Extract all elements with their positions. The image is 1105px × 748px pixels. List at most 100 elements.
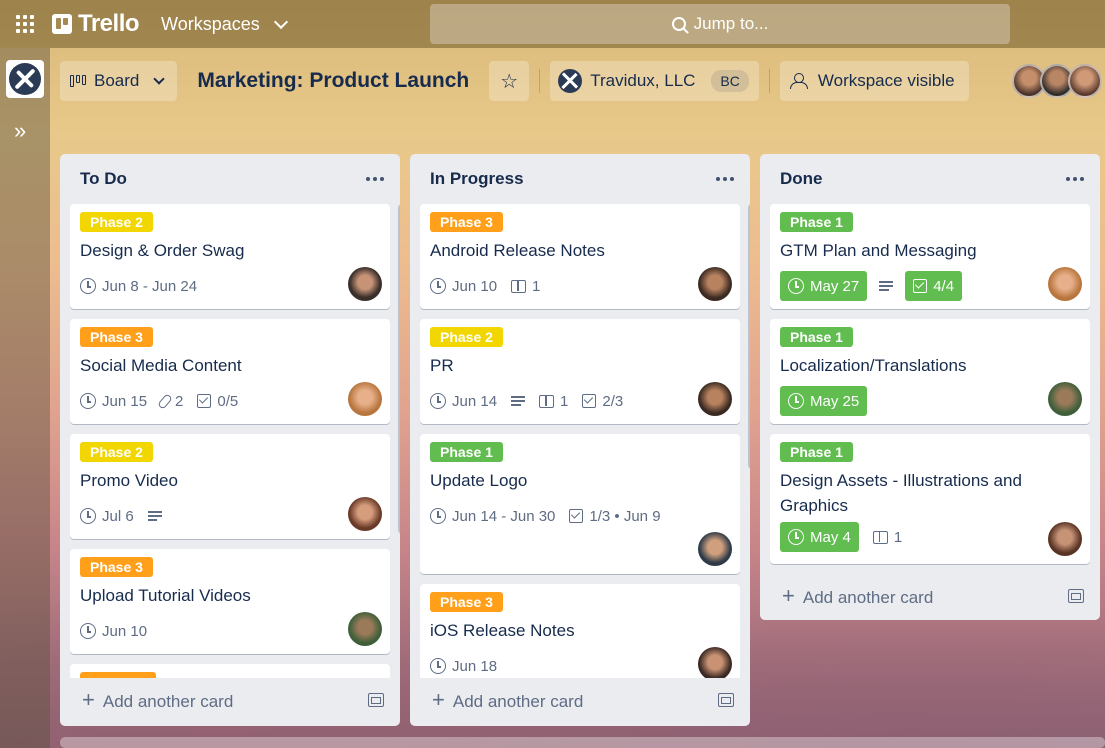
visibility-button[interactable]: Workspace visible — [780, 61, 969, 101]
card-label — [80, 672, 156, 678]
card-title: Social Media Content — [80, 353, 380, 378]
card[interactable]: Phase 3 Upload Tutorial Videos Jun 10 — [70, 549, 390, 654]
due-date-badge: Jun 18 — [430, 658, 497, 675]
card-label: Phase 1 — [780, 212, 853, 232]
star-button[interactable]: ☆ — [489, 61, 529, 101]
template-icon[interactable] — [1068, 589, 1084, 603]
due-date: May 4 — [810, 529, 851, 546]
clock-icon — [788, 529, 804, 545]
scrollbar[interactable] — [398, 204, 400, 534]
due-date-badge[interactable]: May 25 — [780, 386, 867, 416]
card[interactable]: Phase 3 Social Media Content Jun 15 2 0/… — [70, 319, 390, 424]
template-icon[interactable] — [368, 693, 384, 707]
horizontal-scrollbar[interactable] — [60, 737, 1105, 748]
org-badge: BC — [711, 70, 748, 92]
card-title: Upload Tutorial Videos — [80, 583, 380, 608]
clock-icon — [80, 393, 96, 409]
card-badges: Jun 10 1 — [430, 271, 730, 301]
more-options-icon[interactable] — [366, 177, 384, 181]
card-label: Phase 1 — [780, 327, 853, 347]
card-badges: Jul 6 — [80, 501, 380, 531]
card-badges: Jun 14 - Jun 30 1/3 • Jun 9 — [430, 501, 730, 531]
add-card-label: Add another card — [103, 692, 233, 711]
list-to-do: To Do Phase 2 Design & Order Swag Jun 8 … — [60, 154, 400, 726]
due-date-badge: Jun 15 — [80, 393, 147, 410]
card-label: Phase 3 — [430, 212, 503, 232]
card-badges: Jun 15 2 0/5 — [80, 386, 380, 416]
checklist-count: 4/4 — [933, 278, 954, 295]
due-date-badge[interactable]: May 27 — [780, 271, 867, 301]
clock-icon — [788, 393, 804, 409]
card-label: Phase 1 — [780, 442, 853, 462]
card-icon — [511, 280, 526, 293]
linked-cards-count: 1 — [560, 393, 568, 410]
list-title[interactable]: To Do — [80, 169, 127, 189]
card[interactable] — [70, 664, 390, 678]
board-title[interactable]: Marketing: Product Launch — [197, 69, 469, 93]
divider — [769, 69, 770, 93]
more-options-icon[interactable] — [1066, 177, 1084, 181]
linked-cards-badge: 1 — [511, 278, 540, 295]
card-title: Design & Order Swag — [80, 238, 380, 263]
card[interactable]: Phase 3 Android Release Notes Jun 10 1 — [420, 204, 740, 309]
card-label: Phase 2 — [80, 442, 153, 462]
apps-grid-icon[interactable] — [0, 0, 50, 48]
avatar — [698, 647, 732, 678]
card-badges: Jun 14 1 2/3 — [430, 386, 730, 416]
card-label: Phase 3 — [80, 557, 153, 577]
org-button[interactable]: Travidux, LLC BC — [550, 61, 759, 101]
avatar — [698, 382, 732, 416]
card-list: Phase 2 Design & Order Swag Jun 8 - Jun … — [60, 204, 400, 678]
description-icon — [879, 281, 893, 291]
search-input[interactable]: Jump to... — [430, 4, 1010, 44]
workspaces-menu[interactable]: Workspaces — [161, 14, 286, 35]
more-options-icon[interactable] — [716, 177, 734, 181]
list-title[interactable]: Done — [780, 169, 823, 189]
list-done: Done Phase 1 GTM Plan and Messaging May … — [760, 154, 1100, 620]
card-icon — [539, 395, 554, 408]
description-badge — [148, 511, 162, 521]
workspace-avatar[interactable] — [6, 60, 44, 98]
add-card-button[interactable]: +Add another card — [60, 678, 400, 722]
card[interactable]: Phase 1 Design Assets - Illustrations an… — [770, 434, 1090, 564]
checklist-icon — [582, 394, 596, 408]
scrollbar[interactable] — [748, 204, 750, 469]
checklist-icon — [197, 394, 211, 408]
top-nav: Trello Workspaces Jump to... — [0, 0, 1105, 48]
clock-icon — [430, 658, 446, 674]
expand-sidebar-icon[interactable]: » — [14, 118, 26, 144]
card-badges: Jun 8 - Jun 24 — [80, 271, 380, 301]
card[interactable]: Phase 2 Promo Video Jul 6 — [70, 434, 390, 539]
due-date: Jul 6 — [102, 508, 134, 525]
card[interactable]: Phase 3 iOS Release Notes Jun 18 — [420, 584, 740, 678]
card[interactable]: Phase 1 Update Logo Jun 14 - Jun 30 1/3 … — [420, 434, 740, 574]
trello-mark-icon — [52, 14, 72, 34]
list-header: To Do — [60, 154, 400, 204]
card[interactable]: Phase 2 Design & Order Swag Jun 8 - Jun … — [70, 204, 390, 309]
trello-logo[interactable]: Trello — [52, 10, 139, 38]
board-view-switcher[interactable]: Board — [60, 61, 177, 101]
add-card-button[interactable]: +Add another card — [410, 678, 750, 722]
board-view-label: Board — [94, 71, 139, 91]
card-badges: Jun 10 — [80, 616, 380, 646]
due-date: Jun 14 - Jun 30 — [452, 508, 555, 525]
description-icon — [511, 396, 525, 406]
checklist-count: 1/3 • Jun 9 — [589, 508, 660, 525]
linked-cards-count: 1 — [894, 529, 902, 546]
card-icon — [873, 531, 888, 544]
visibility-label: Workspace visible — [818, 71, 955, 91]
card[interactable]: Phase 1 Localization/Translations May 25 — [770, 319, 1090, 424]
card[interactable]: Phase 1 GTM Plan and Messaging May 27 4/… — [770, 204, 1090, 309]
logo-text: Trello — [78, 10, 139, 38]
card[interactable]: Phase 2 PR Jun 14 1 2/3 — [420, 319, 740, 424]
avatar — [698, 532, 732, 566]
template-icon[interactable] — [718, 693, 734, 707]
card-list: Phase 3 Android Release Notes Jun 10 1 P… — [410, 204, 750, 678]
list-title[interactable]: In Progress — [430, 169, 524, 189]
add-card-button[interactable]: +Add another card — [760, 574, 1100, 618]
card-title: Update Logo — [430, 468, 730, 493]
avatar — [1048, 382, 1082, 416]
checklist-badge: 2/3 — [582, 393, 623, 410]
member-avatar[interactable] — [1068, 64, 1102, 98]
due-date-badge[interactable]: May 4 — [780, 522, 859, 552]
